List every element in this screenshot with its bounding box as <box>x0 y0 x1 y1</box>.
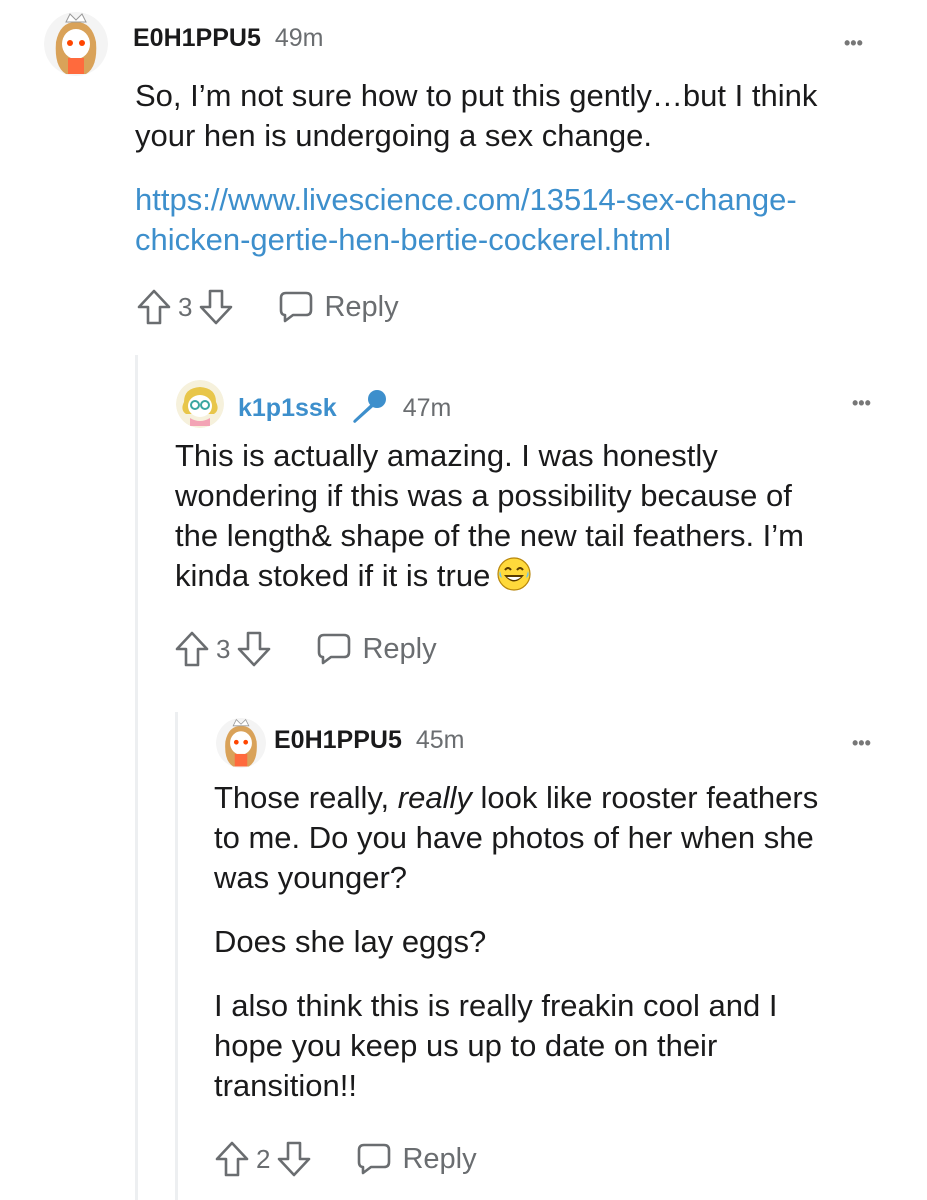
comment-body: So, I’m not sure how to put this gently…… <box>135 76 895 260</box>
vote-count: 3 <box>216 633 231 664</box>
comment-2: k1p1ssk 47m ••• This is actually amazing… <box>0 350 927 700</box>
comment-text-line: kinda stoked if it is true <box>175 558 491 593</box>
reply-label: Reply <box>402 1142 477 1175</box>
avatar[interactable] <box>176 380 224 428</box>
reply-button[interactable]: Reply <box>316 632 437 666</box>
user-avatar-icon <box>216 718 266 768</box>
vote-count: 3 <box>178 291 193 322</box>
comment-header: E0H1PPU5 45m <box>274 726 465 755</box>
downvote-arrow-icon[interactable] <box>276 1140 312 1178</box>
comment-text-line: your hen is undergoing a sex change. <box>135 118 653 153</box>
user-avatar-icon <box>44 12 108 76</box>
username[interactable]: E0H1PPU5 <box>274 726 402 755</box>
reply-button[interactable]: Reply <box>356 1142 477 1176</box>
timestamp: 49m <box>274 24 324 52</box>
comment-text-line: to me. Do you have photos of her when sh… <box>214 820 814 855</box>
username-op[interactable]: k1p1ssk <box>238 394 337 423</box>
comment-text-line: hope you keep us up to date on their <box>214 1028 718 1063</box>
comment-text-line: I also think this is really freakin cool… <box>214 988 778 1023</box>
microphone-icon <box>349 388 389 429</box>
timestamp: 47m <box>402 394 452 422</box>
comment-text: look like rooster feathers <box>471 780 819 815</box>
speech-bubble-icon <box>318 633 351 665</box>
link-line[interactable]: https://www.livescience.com/13514-sex-ch… <box>135 182 797 217</box>
comment-paragraph: Does she lay eggs? <box>214 924 487 959</box>
comment-text-line: So, I’m not sure how to put this gently…… <box>135 78 818 113</box>
upvote-arrow-icon[interactable] <box>214 1140 250 1178</box>
comment-text-line-with-emoji: kinda stoked if it is true <box>175 556 895 602</box>
comment-actions: 3 Reply <box>136 288 399 326</box>
more-options-button[interactable]: ••• <box>844 34 863 52</box>
timestamp: 45m <box>415 726 465 754</box>
more-options-button[interactable]: ••• <box>852 734 871 752</box>
link-line[interactable]: chicken-gertie-hen-bertie-cockerel.html <box>135 222 671 257</box>
comment-link[interactable]: https://www.livescience.com/13514-sex-ch… <box>135 180 895 260</box>
username[interactable]: E0H1PPU5 <box>133 24 261 53</box>
speech-bubble-icon <box>358 1143 391 1175</box>
reply-label: Reply <box>362 632 437 665</box>
comment-body: Those really, really look like rooster f… <box>214 778 904 1106</box>
comment-actions: 2 Reply <box>214 1140 477 1178</box>
comment-3: E0H1PPU5 45m ••• Those really, really lo… <box>0 700 927 1200</box>
upvote-arrow-icon[interactable] <box>136 288 172 326</box>
comment-text: Those really, <box>214 780 398 815</box>
upvote-arrow-icon[interactable] <box>174 630 210 668</box>
reply-button[interactable]: Reply <box>278 290 399 324</box>
comment-body: This is actually amazing. I was honestly… <box>175 436 895 602</box>
comment-header: E0H1PPU5 49m <box>133 24 324 53</box>
comment-text-line: was younger? <box>214 860 408 895</box>
avatar[interactable] <box>44 12 108 76</box>
reply-label: Reply <box>324 290 399 323</box>
user-avatar-icon <box>176 380 224 428</box>
downvote-arrow-icon[interactable] <box>236 630 272 668</box>
comment-actions: 3 Reply <box>174 630 437 668</box>
comment-text-line: This is actually amazing. I was honestly <box>175 438 718 473</box>
comment-1: E0H1PPU5 49m ••• So, I’m not sure how to… <box>0 0 927 350</box>
emphasis-text: really <box>397 780 472 815</box>
laughing-emoji-icon <box>496 556 532 602</box>
more-options-button[interactable]: ••• <box>852 394 871 412</box>
comment-text-line: the length& shape of the new tail feathe… <box>175 518 804 553</box>
speech-bubble-icon <box>280 291 313 323</box>
downvote-arrow-icon[interactable] <box>198 288 234 326</box>
comment-text-line: wondering if this was a possibility beca… <box>175 478 792 513</box>
comment-header: k1p1ssk 47m <box>238 388 451 429</box>
vote-count: 2 <box>256 1143 271 1174</box>
comment-text-line: transition!! <box>214 1068 358 1103</box>
comment-paragraph: Those really, really look like rooster f… <box>214 778 904 818</box>
avatar[interactable] <box>216 718 266 768</box>
